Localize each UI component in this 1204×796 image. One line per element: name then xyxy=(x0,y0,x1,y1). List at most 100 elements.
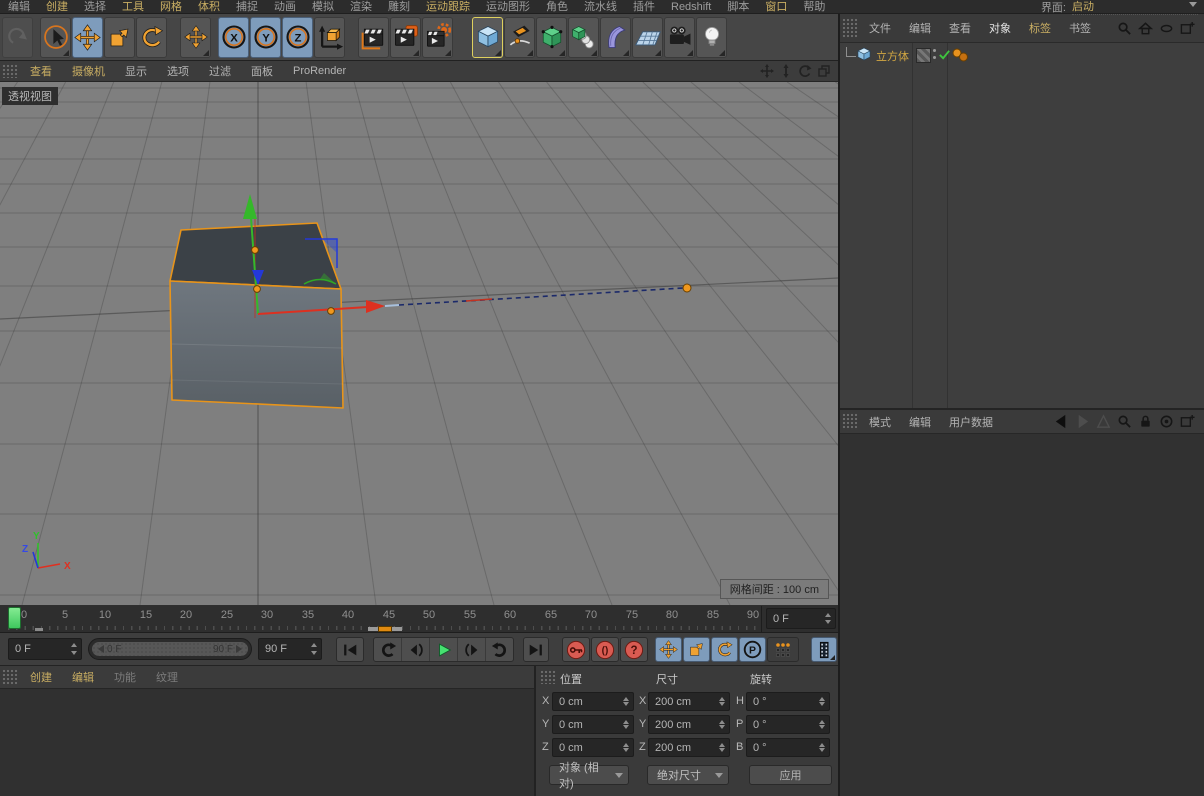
am-history-forward-button[interactable] xyxy=(1074,413,1091,430)
viewport-canvas[interactable]: Y X Z xyxy=(0,82,838,605)
menu-pipeline[interactable]: 流水线 xyxy=(576,0,625,14)
ommenu-view[interactable]: 查看 xyxy=(940,20,980,36)
vpmenu-options[interactable]: 选项 xyxy=(157,63,199,79)
key-pla-button[interactable] xyxy=(767,637,799,662)
last-used-tool-button[interactable] xyxy=(180,17,211,58)
range-start-field[interactable]: 0 F xyxy=(8,638,82,660)
next-key-button[interactable] xyxy=(486,638,513,661)
vpmenu-view[interactable]: 查看 xyxy=(20,63,62,79)
pos-z-spinner[interactable] xyxy=(622,741,631,754)
lock-y-axis-button[interactable]: Y xyxy=(250,17,281,58)
pos-y-field[interactable]: 0 cm xyxy=(552,715,634,734)
ommenu-file[interactable]: 文件 xyxy=(860,20,900,36)
x-axis-arrow[interactable] xyxy=(366,300,385,313)
autokey-button[interactable]: () xyxy=(591,637,619,662)
ommenu-edit[interactable]: 编辑 xyxy=(900,20,940,36)
object-tree[interactable]: 立方体 xyxy=(840,42,1204,409)
array-button[interactable] xyxy=(568,17,599,58)
pos-y-spinner[interactable] xyxy=(622,718,631,731)
menu-render[interactable]: 渲染 xyxy=(342,0,380,14)
panel-drag-handle[interactable] xyxy=(540,670,556,684)
size-x-field[interactable]: 200 cm xyxy=(648,692,730,711)
pos-z-field[interactable]: 0 cm xyxy=(552,738,634,757)
ammenu-mode[interactable]: 模式 xyxy=(860,414,900,430)
vpmenu-panel[interactable]: 面板 xyxy=(241,63,283,79)
record-keyframe-button[interactable] xyxy=(562,637,590,662)
rot-h-field[interactable]: 0 ° xyxy=(746,692,830,711)
matmenu-edit[interactable]: 编辑 xyxy=(62,669,104,685)
vpmenu-prorender[interactable]: ProRender xyxy=(283,65,356,77)
menu-volume[interactable]: 体积 xyxy=(190,0,228,14)
om-filter-button[interactable] xyxy=(1158,20,1175,37)
key-position-button[interactable] xyxy=(655,637,682,662)
coords-mode-dropdown[interactable]: 对象 (相对) xyxy=(549,765,629,785)
rot-b-field[interactable]: 0 ° xyxy=(746,738,830,757)
menu-tools[interactable]: 工具 xyxy=(114,0,152,14)
am-new-window-button[interactable] xyxy=(1179,413,1196,430)
apply-button[interactable]: 应用 xyxy=(749,765,832,785)
menu-help[interactable]: 帮助 xyxy=(795,0,833,14)
vpmenu-filter[interactable]: 过滤 xyxy=(199,63,241,79)
timeline-marker[interactable] xyxy=(378,626,392,632)
render-settings-button[interactable] xyxy=(422,17,453,58)
light-button[interactable] xyxy=(696,17,727,58)
phong-tag-icon[interactable] xyxy=(951,47,971,63)
menu-simulate[interactable]: 模拟 xyxy=(304,0,342,14)
menu-window[interactable]: 窗口 xyxy=(757,0,795,14)
ammenu-edit[interactable]: 编辑 xyxy=(900,414,940,430)
range-end-spinner[interactable] xyxy=(310,641,319,657)
menu-sculpt[interactable]: 雕刻 xyxy=(380,0,418,14)
matmenu-texture[interactable]: 纹理 xyxy=(146,669,188,685)
range-start-spinner[interactable] xyxy=(70,641,79,657)
vpmenu-display[interactable]: 显示 xyxy=(115,63,157,79)
om-new-window-button[interactable] xyxy=(1179,20,1196,37)
preview-range-slider[interactable]: 0 F 90 F xyxy=(88,638,252,660)
am-history-back-button[interactable] xyxy=(1053,413,1070,430)
panel-drag-handle[interactable] xyxy=(2,64,18,78)
goto-start-button[interactable] xyxy=(336,637,364,662)
previous-frame-button[interactable] xyxy=(402,638,430,661)
layer-swatch[interactable] xyxy=(916,48,931,63)
camera-button[interactable] xyxy=(664,17,695,58)
matmenu-create[interactable]: 创建 xyxy=(20,669,62,685)
panel-drag-handle[interactable] xyxy=(842,413,858,429)
am-search-button[interactable] xyxy=(1116,413,1133,430)
material-list-area[interactable] xyxy=(0,689,534,796)
rot-p-field[interactable]: 0 ° xyxy=(746,715,830,734)
goto-end-button[interactable] xyxy=(523,637,549,662)
timeline-playhead[interactable] xyxy=(8,607,21,629)
am-track-button[interactable] xyxy=(1158,413,1175,430)
size-z-field[interactable]: 200 cm xyxy=(648,738,730,757)
am-lock-button[interactable] xyxy=(1137,413,1154,430)
menu-animate[interactable]: 动画 xyxy=(266,0,304,14)
matmenu-function[interactable]: 功能 xyxy=(104,669,146,685)
timeline-ruler[interactable]: 0 5 10 15 20 25 30 35 40 45 50 55 60 65 … xyxy=(0,606,838,633)
panel-drag-handle[interactable] xyxy=(842,18,858,38)
cube-primitive-button[interactable] xyxy=(472,17,503,58)
menu-create[interactable]: 创建 xyxy=(38,0,76,14)
viewport-pan-button[interactable] xyxy=(759,63,775,79)
ommenu-tags[interactable]: 标签 xyxy=(1020,20,1060,36)
menu-mesh[interactable]: 网格 xyxy=(152,0,190,14)
subdivision-surface-button[interactable] xyxy=(536,17,567,58)
ommenu-objects[interactable]: 对象 xyxy=(980,20,1020,36)
size-mode-dropdown[interactable]: 绝对尺寸 xyxy=(647,765,729,785)
viewport-maximize-button[interactable] xyxy=(816,63,832,79)
key-rotation-button[interactable] xyxy=(711,637,738,662)
vpmenu-camera[interactable]: 摄像机 xyxy=(62,63,115,79)
key-parameter-button[interactable]: P xyxy=(739,637,766,662)
size-y-field[interactable]: 200 cm xyxy=(648,715,730,734)
frame-spinner[interactable] xyxy=(824,611,833,626)
scale-tool-button[interactable] xyxy=(104,17,135,58)
floor-button[interactable] xyxy=(632,17,663,58)
rot-p-spinner[interactable] xyxy=(818,718,827,731)
menu-script[interactable]: 脚本 xyxy=(719,0,757,14)
menu-snap[interactable]: 捕捉 xyxy=(228,0,266,14)
pos-x-field[interactable]: 0 cm xyxy=(552,692,634,711)
enabled-check-icon[interactable] xyxy=(938,48,951,61)
undo-button[interactable] xyxy=(2,17,33,58)
menu-select[interactable]: 选择 xyxy=(76,0,114,14)
menu-character[interactable]: 角色 xyxy=(538,0,576,14)
ommenu-bookmarks[interactable]: 书签 xyxy=(1060,20,1100,36)
viewport-zoom-button[interactable] xyxy=(778,63,794,79)
